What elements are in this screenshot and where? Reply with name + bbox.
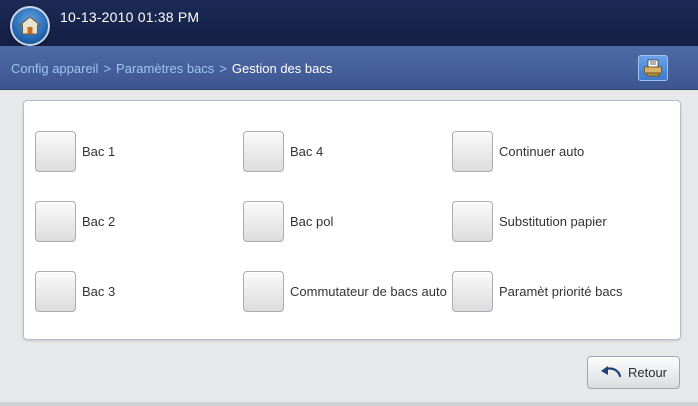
breadcrumb-item-config-appareil[interactable]: Config appareil [11, 61, 98, 76]
breadcrumb-bar: Config appareil > Paramètres bacs > Gestion … [0, 46, 698, 90]
option-button[interactable] [243, 200, 284, 242]
option-commutateur-bacs-auto[interactable]: Commutateur de bacs auto [243, 270, 447, 312]
option-bac-1[interactable]: Bac 1 [35, 130, 115, 172]
option-label: Bac 1 [82, 143, 116, 159]
option-paramet-priorite-bacs[interactable]: Paramèt priorité bacs [452, 270, 623, 312]
option-substitution-papier[interactable]: Substitution papier [452, 200, 607, 242]
tray-management-panel: Bac 1 Bac 2 Bac 3 Bac 4 Bac pol Commutat… [23, 100, 681, 340]
option-bac-3[interactable]: Bac 3 [35, 270, 115, 312]
job-status-button[interactable] [638, 55, 668, 81]
option-label: Commutateur de bacs auto [290, 283, 447, 299]
back-button[interactable]: Retour [587, 356, 680, 389]
option-label: Bac 3 [82, 283, 116, 299]
option-label: Bac 4 [290, 143, 324, 159]
option-bac-pol[interactable]: Bac pol [243, 200, 333, 242]
breadcrumb-item-parametres-bacs[interactable]: Paramètres bacs [116, 61, 214, 76]
option-button[interactable] [35, 130, 76, 172]
status-bar: 10-13-2010 01:38 PM [0, 0, 698, 46]
option-label: Paramèt priorité bacs [499, 283, 623, 299]
option-continuer-auto[interactable]: Continuer auto [452, 130, 584, 172]
undo-arrow-icon [600, 365, 622, 380]
option-label: Bac pol [290, 213, 334, 229]
home-icon [18, 16, 42, 35]
option-button[interactable] [243, 270, 284, 312]
option-bac-2[interactable]: Bac 2 [35, 200, 115, 242]
breadcrumb: Config appareil > Paramètres bacs > Gestion … [11, 61, 332, 76]
option-bac-4[interactable]: Bac 4 [243, 130, 323, 172]
option-button[interactable] [35, 270, 76, 312]
bottom-divider [0, 402, 698, 406]
job-status-icon [644, 59, 662, 77]
home-button[interactable] [10, 6, 50, 46]
option-label: Substitution papier [499, 213, 607, 229]
back-button-label: Retour [627, 365, 668, 380]
option-button[interactable] [452, 200, 493, 242]
breadcrumb-separator: > [103, 61, 112, 76]
option-label: Bac 2 [82, 213, 116, 229]
option-label: Continuer auto [499, 143, 585, 159]
breadcrumb-current: Gestion des bacs [231, 61, 333, 76]
breadcrumb-separator: > [219, 61, 227, 76]
option-button[interactable] [452, 130, 493, 172]
option-button[interactable] [452, 270, 493, 312]
datetime-display: 10-13-2010 01:38 PM [60, 9, 200, 25]
option-button[interactable] [243, 130, 284, 172]
option-button[interactable] [35, 200, 76, 242]
